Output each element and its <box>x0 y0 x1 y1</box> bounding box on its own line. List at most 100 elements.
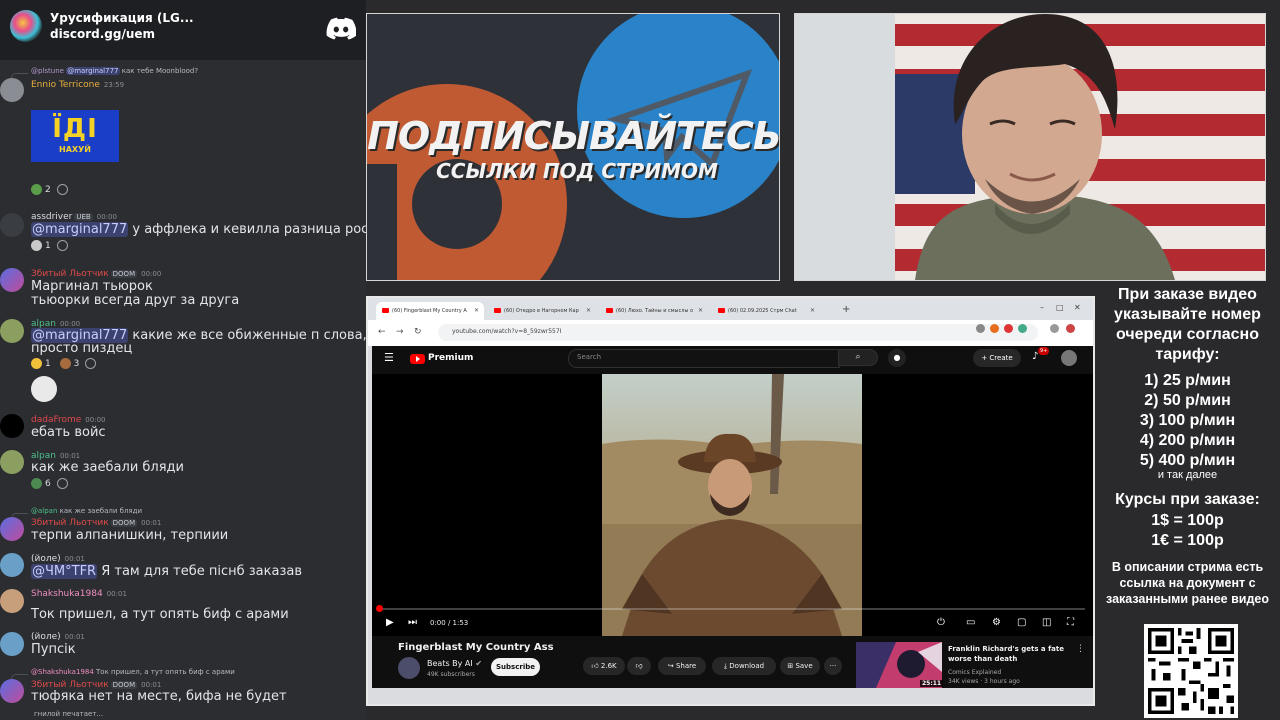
webcam-feed <box>794 13 1266 281</box>
new-tab-button[interactable]: + <box>842 304 850 315</box>
url-input[interactable]: youtube.com/watch?v=8_59zwr557I <box>438 324 1038 341</box>
extension-icon[interactable] <box>976 324 985 333</box>
browser-tab[interactable]: (60) 02.09.2025 Стрм Chat ✕ <box>712 302 820 320</box>
channel-avatar[interactable] <box>398 657 420 679</box>
browser-tab[interactable]: (60) Отедро в Нагорном Кар ✕ <box>488 302 596 320</box>
youtube-logo-icon[interactable] <box>410 354 425 364</box>
avatar[interactable] <box>0 213 24 237</box>
message-text: Ток пришел, а тут опять биф с арами <box>31 607 289 622</box>
extension-icon[interactable] <box>1004 324 1013 333</box>
forward-icon[interactable]: → <box>396 327 404 337</box>
more-vert-icon[interactable]: ⋮ <box>1076 644 1085 654</box>
browser-tab[interactable]: (60) Люхо. Тайны и смыслы о ✕ <box>600 302 708 320</box>
search-icon[interactable]: ⌕ <box>838 349 878 366</box>
miniplayer-icon[interactable]: ▢ <box>1017 617 1026 628</box>
tab-strip: (60) Fingerblast My Country A ✕ (60) Отед… <box>368 298 1093 320</box>
browser-window: (60) Fingerblast My Country A ✕ (60) Отед… <box>366 296 1095 706</box>
avatar[interactable] <box>0 319 24 343</box>
reply-preview[interactable]: @Shakshuka1984 Ток пришел, а тут опять б… <box>31 668 235 676</box>
share-icon: ↪ <box>667 662 674 670</box>
webcam-image <box>795 14 1265 280</box>
fullscreen-icon[interactable]: ⛶ <box>1067 617 1074 628</box>
notification-count: 9+ <box>1038 347 1050 355</box>
close-tab-icon: ✕ <box>697 307 703 314</box>
avatar[interactable] <box>0 414 24 438</box>
subtitles-icon[interactable]: ▭ <box>966 617 975 628</box>
server-icon[interactable] <box>10 10 42 42</box>
search-input[interactable]: Search <box>568 349 840 368</box>
avatar[interactable] <box>0 517 24 541</box>
youtube-favicon-icon <box>494 308 501 313</box>
back-icon[interactable]: ← <box>378 327 386 337</box>
channel-name[interactable]: Beats By AI ✔ <box>427 659 482 668</box>
message-text: тюфяка нет на месте, бифа не будет <box>31 689 287 704</box>
dislike-button[interactable]: 👎︎ <box>627 657 651 675</box>
username[interactable]: Збитый Льотчик DOOM 00:01 <box>31 518 161 528</box>
username[interactable]: Ennio Terricone 23:59 <box>31 80 124 90</box>
video-player[interactable]: ▶ ⏭ 0:00 / 1:53 ⏻ ▭ ⚙ ▢ ◫ ⛶ <box>372 374 1093 636</box>
tariff-item: 2) 50 р/мин <box>1144 392 1231 409</box>
recommended-title[interactable]: Franklin Richard's gets a fate worse tha… <box>948 644 1066 664</box>
avatar[interactable] <box>0 78 24 102</box>
next-icon[interactable]: ⏭ <box>408 617 417 628</box>
username[interactable]: (йоле) 00:01 <box>31 554 85 564</box>
reactions[interactable]: 6 <box>31 478 68 489</box>
extension-icon[interactable] <box>990 324 999 333</box>
cast-icon[interactable]: ◫ <box>1042 617 1051 628</box>
reply-preview[interactable]: @alpan как же заебали бляди <box>31 507 142 515</box>
avatar[interactable] <box>0 679 24 703</box>
extension-icon[interactable] <box>1018 324 1027 333</box>
username[interactable]: Збитый Льотчик DOOM 00:00 <box>31 269 161 279</box>
server-title: Урусификация (LG... <box>50 11 194 25</box>
avatar[interactable] <box>0 589 24 613</box>
reactions[interactable]: 1 <box>31 240 68 251</box>
tariff-item: 1) 25 р/мин <box>1144 372 1231 389</box>
thumbs-down-icon: 👎︎ <box>635 662 643 670</box>
account-avatar[interactable] <box>1061 350 1077 366</box>
progress-scrubber[interactable] <box>376 605 383 612</box>
play-icon[interactable]: ▶ <box>386 617 394 628</box>
tariff-item: 4) 200 р/мин <box>1139 432 1236 449</box>
tariff-list: 1) 25 р/мин 2) 50 р/мин 3) 100 р/мин 4) … <box>1095 371 1280 471</box>
profile-icon[interactable] <box>1050 324 1059 333</box>
menu-icon[interactable] <box>1066 324 1075 333</box>
create-button[interactable]: + Create <box>973 349 1021 367</box>
server-header[interactable]: Урусификация (LG... discord.gg/uem <box>0 0 366 60</box>
maximize-icon[interactable]: □ <box>1056 303 1064 312</box>
minimize-icon[interactable]: – <box>1040 303 1044 312</box>
username[interactable]: assdriver UEB 00:00 <box>31 212 117 222</box>
username[interactable]: (йоле) 00:01 <box>31 632 85 642</box>
autoplay-toggle-icon[interactable]: ⏻ <box>937 617 945 628</box>
address-bar: ← → ↻ youtube.com/watch?v=8_59zwr557I <box>368 320 1093 346</box>
reactions[interactable]: 1 3 <box>31 358 97 369</box>
username[interactable]: Shakshuka1984 00:01 <box>31 589 127 599</box>
subscribe-button[interactable]: Subscribe <box>491 658 540 676</box>
browser-tab[interactable]: (60) Fingerblast My Country A ✕ <box>376 302 484 320</box>
avatar[interactable] <box>0 632 24 656</box>
close-window-icon[interactable]: ✕ <box>1074 303 1081 312</box>
settings-gear-icon[interactable]: ⚙ <box>992 617 1001 628</box>
reactions[interactable]: 2 <box>31 184 68 195</box>
banner-title: ПОДПИСЫВАЙТЕСЬ <box>367 114 780 158</box>
message-text: просто пиздец <box>31 341 133 356</box>
share-button[interactable]: ↪ Share <box>658 657 706 675</box>
download-button[interactable]: ⤓ Download <box>712 657 776 675</box>
avatar[interactable] <box>0 450 24 474</box>
progress-bar[interactable] <box>376 605 1085 612</box>
avatar[interactable] <box>0 268 24 292</box>
avatar[interactable] <box>0 553 24 577</box>
reply-preview[interactable]: @plstune @marginal777 как тебе Moonblood… <box>31 67 198 75</box>
hamburger-menu-icon[interactable]: ☰ <box>384 351 394 364</box>
banner-subtitle: ССЫЛКИ ПОД СТРИМОМ <box>436 159 718 183</box>
username[interactable]: dadaFrome 00:00 <box>31 415 105 425</box>
microphone-icon[interactable]: ● <box>888 349 906 367</box>
youtube-favicon-icon <box>718 308 725 313</box>
save-button[interactable]: ⊞ Save <box>780 657 820 675</box>
like-button[interactable]: 👍︎ 2.6K <box>583 657 625 675</box>
more-actions-button[interactable]: ··· <box>824 657 842 675</box>
emoji-icon <box>31 358 42 369</box>
server-invite[interactable]: discord.gg/uem <box>50 27 155 41</box>
youtube-brand[interactable]: Premium <box>428 353 473 363</box>
reload-icon[interactable]: ↻ <box>414 327 422 337</box>
video-frame <box>602 374 862 636</box>
